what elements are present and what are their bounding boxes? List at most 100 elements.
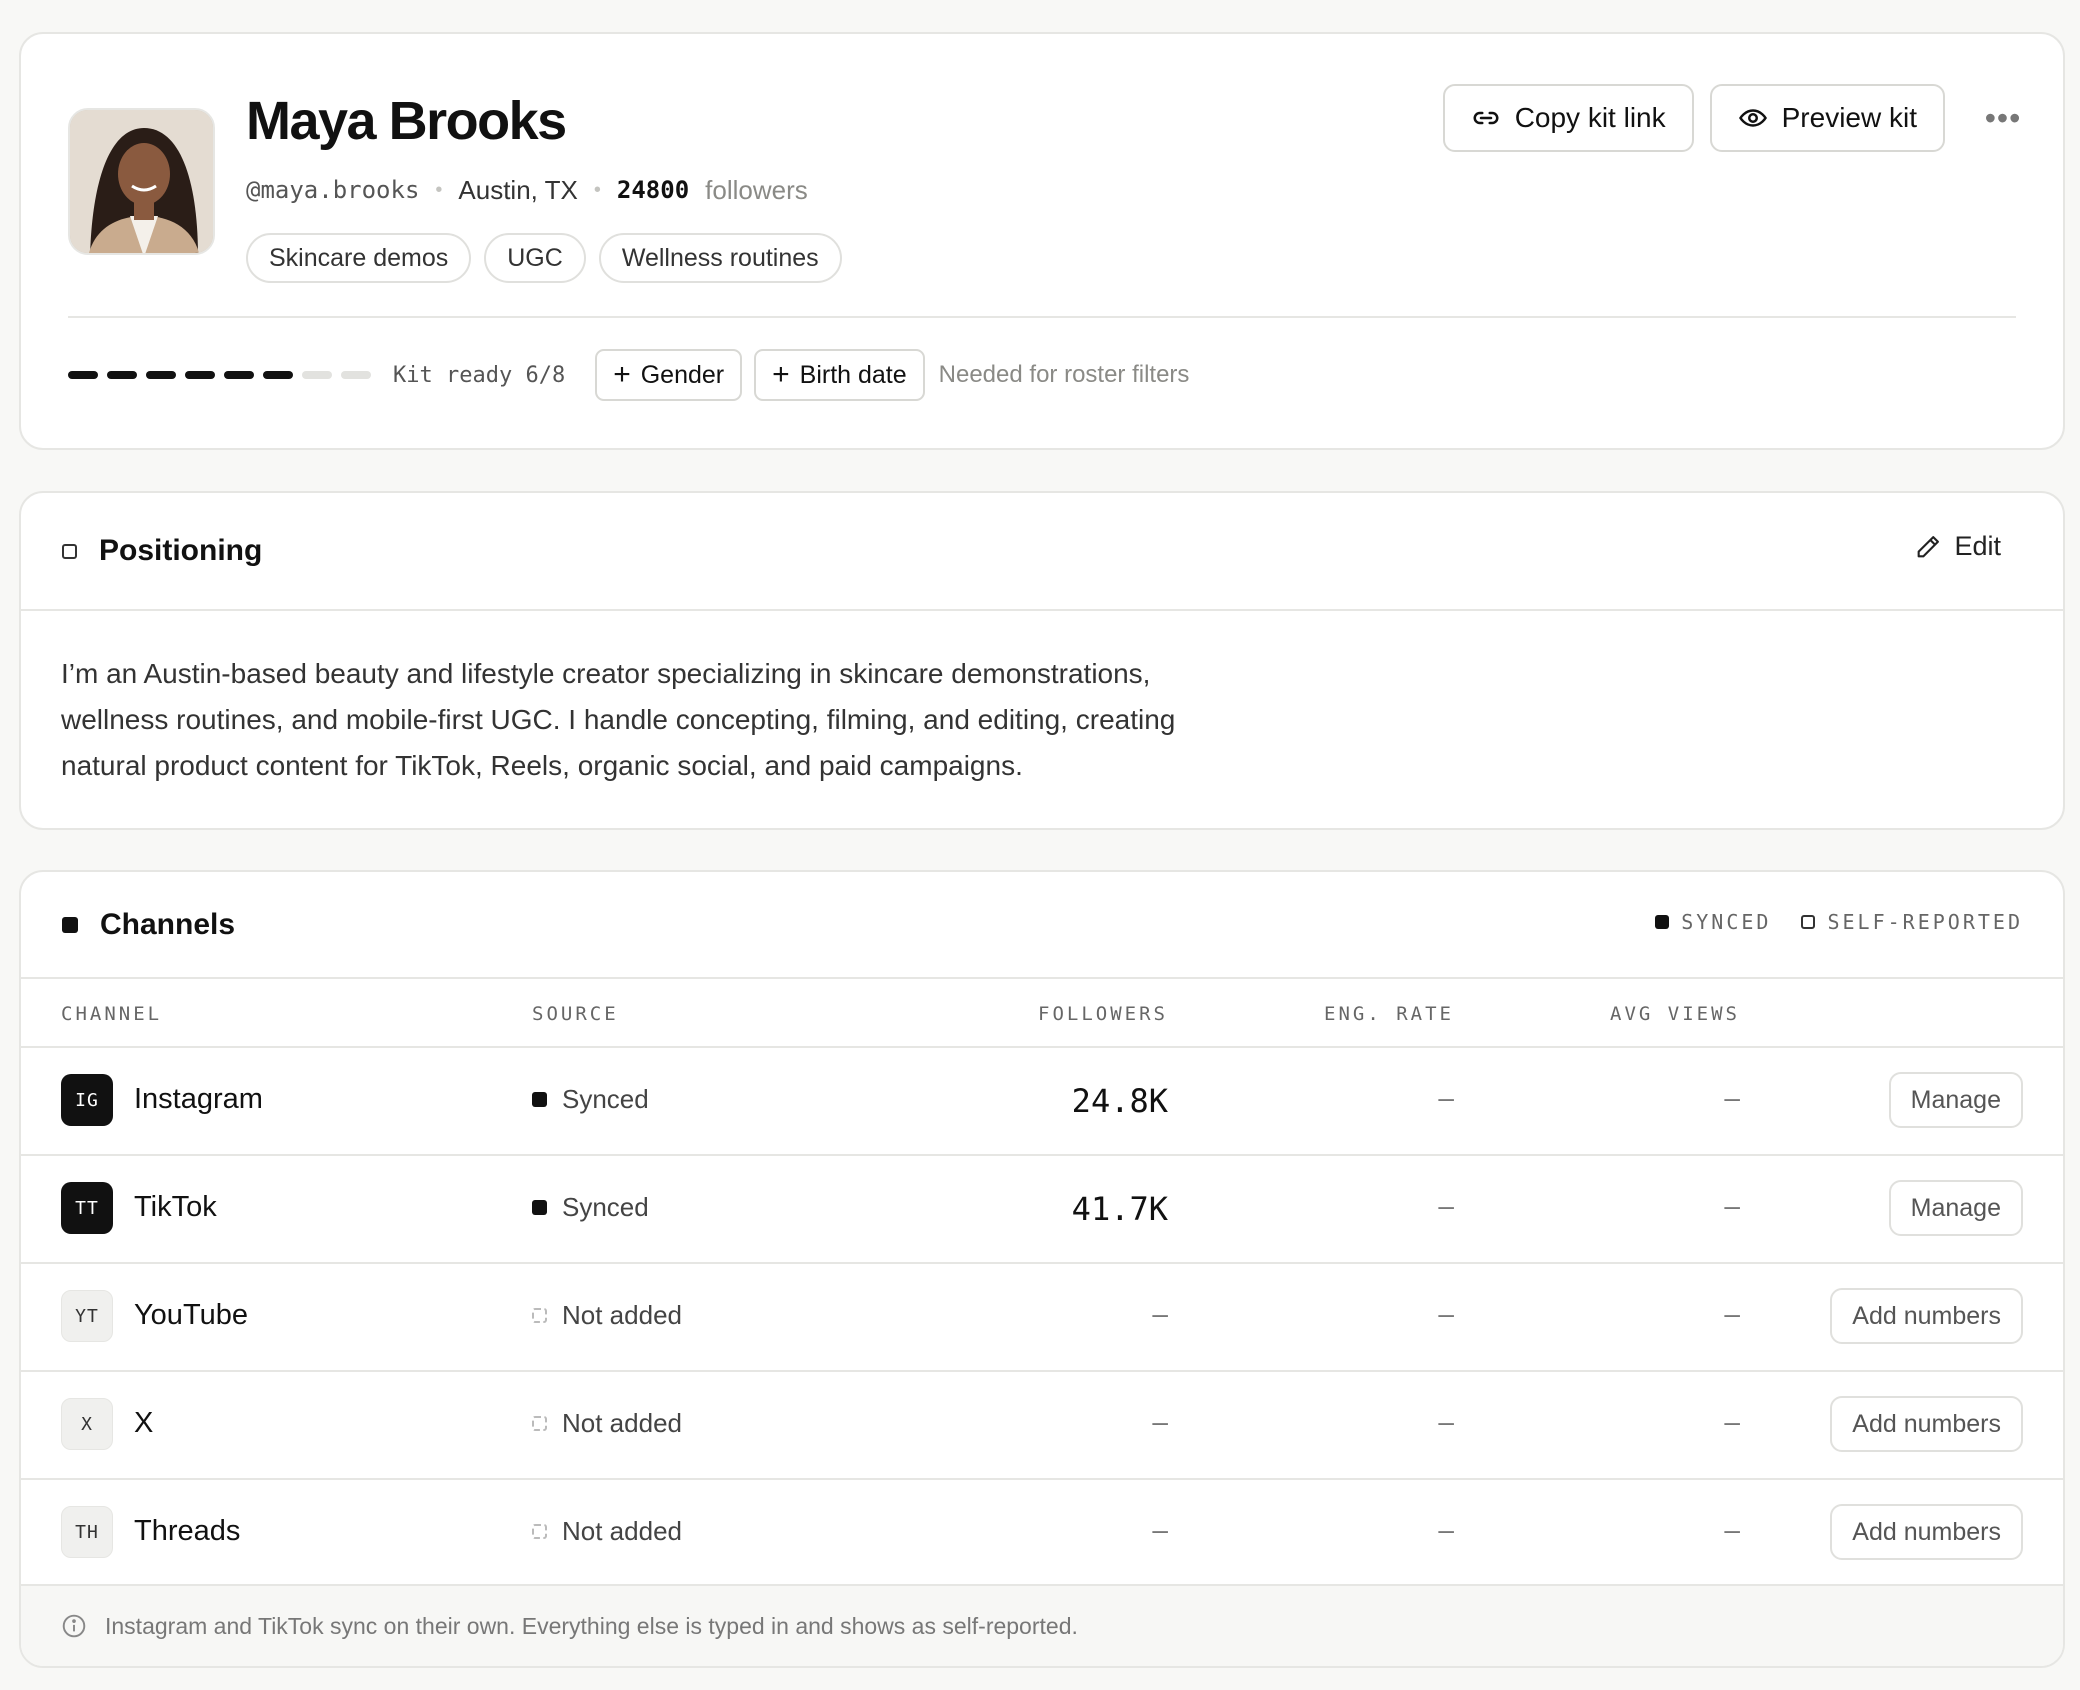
- kit-progress-row: Kit ready 6/8 + Gender + Birth date Need…: [68, 348, 1189, 402]
- youtube-icon: YT: [61, 1290, 113, 1342]
- not-added-square-icon: [532, 1308, 547, 1323]
- legend-self-reported: SELF-REPORTED: [1801, 910, 2023, 934]
- channel-source: Not added: [532, 1408, 682, 1439]
- add-gender-label: Gender: [640, 360, 725, 389]
- profile-actions: Copy kit link Preview kit •••: [1442, 84, 2033, 152]
- copy-kit-link-label: Copy kit link: [1514, 102, 1666, 133]
- manage-button[interactable]: Manage: [1888, 1180, 2023, 1236]
- add-birth-date-button[interactable]: + Birth date: [754, 349, 925, 401]
- table-row: IG Instagram Synced 24.8K – – Manage: [21, 1048, 2063, 1156]
- add-numbers-button[interactable]: Add numbers: [1830, 1504, 2023, 1560]
- followers-value: 41.7K: [1071, 1190, 1168, 1228]
- copy-kit-link-button[interactable]: Copy kit link: [1442, 84, 1694, 152]
- followers-value: –: [1152, 1406, 1168, 1437]
- table-row: TT TikTok Synced 41.7K – – Manage: [21, 1156, 2063, 1264]
- avg-views-value: –: [1724, 1514, 1740, 1545]
- positioning-header: Positioning: [21, 493, 2063, 611]
- source-label: Synced: [562, 1192, 649, 1222]
- channel-name: TikTok: [134, 1191, 217, 1223]
- pencil-icon: [1918, 535, 1940, 557]
- positioning-bio: I’m an Austin-based beauty and lifestyle…: [61, 658, 1176, 781]
- channels-footer-note: Instagram and TikTok sync on their own. …: [21, 1584, 2063, 1666]
- profile-card: Maya Brooks @maya.brooks • Austin, TX • …: [19, 32, 2065, 450]
- eng-rate-value: –: [1438, 1298, 1454, 1329]
- followers-label: followers: [705, 174, 808, 205]
- kit-progress-segment: [263, 371, 293, 379]
- kit-progress-segment: [224, 371, 254, 379]
- preview-kit-button[interactable]: Preview kit: [1709, 84, 1945, 152]
- not-added-square-icon: [532, 1416, 547, 1431]
- followers-count: 24800: [616, 176, 690, 204]
- info-icon: [62, 1614, 86, 1638]
- eng-rate-value: –: [1438, 1190, 1454, 1221]
- tag: Skincare demos: [246, 233, 472, 283]
- positioning-title: Positioning: [99, 534, 263, 567]
- tag: UGC: [484, 233, 586, 283]
- column-header-avg-views: AVG VIEWS: [1610, 1003, 1740, 1025]
- kit-progress-segment: [107, 371, 137, 379]
- more-options-icon[interactable]: •••: [1973, 88, 2033, 148]
- channel-name: Threads: [134, 1515, 241, 1547]
- eye-icon: [1738, 109, 1767, 127]
- preview-kit-label: Preview kit: [1781, 102, 1917, 133]
- kit-progress-segment: [146, 371, 176, 379]
- table-row: TH Threads Not added – – – Add numbers: [21, 1480, 2063, 1588]
- edit-label: Edit: [1954, 531, 2001, 561]
- column-header-source: SOURCE: [532, 1003, 619, 1025]
- kit-progress-bar: [68, 371, 371, 379]
- positioning-card: Positioning Edit I’m an Austin-based bea…: [19, 491, 2065, 830]
- avg-views-value: –: [1724, 1190, 1740, 1221]
- add-numbers-button[interactable]: Add numbers: [1830, 1396, 2023, 1452]
- kit-progress-segment: [302, 371, 332, 379]
- eng-rate-value: –: [1438, 1406, 1454, 1437]
- column-header-followers: FOLLOWERS: [1038, 1003, 1168, 1025]
- source-label: Not added: [562, 1300, 682, 1330]
- eng-rate-value: –: [1438, 1514, 1454, 1545]
- followers-value: 24.8K: [1071, 1082, 1168, 1120]
- synced-square-icon: [532, 1200, 547, 1215]
- instagram-icon: IG: [61, 1074, 113, 1126]
- location: Austin, TX: [458, 174, 578, 205]
- avg-views-value: –: [1724, 1406, 1740, 1437]
- column-header-channel: CHANNEL: [61, 1003, 163, 1025]
- threads-icon: TH: [61, 1506, 113, 1558]
- column-header-eng-rate: ENG. RATE: [1324, 1003, 1454, 1025]
- link-icon: [1473, 111, 1499, 125]
- channel-source: Synced: [532, 1084, 649, 1115]
- avg-views-value: –: [1724, 1298, 1740, 1329]
- kit-progress-segment: [68, 371, 98, 379]
- handle: @maya.brooks: [246, 176, 420, 204]
- legend-synced: SYNCED: [1655, 910, 1771, 934]
- divider: [68, 316, 2016, 318]
- channel-name: YouTube: [134, 1299, 248, 1331]
- avatar: [68, 108, 215, 255]
- manage-button[interactable]: Manage: [1888, 1072, 2023, 1128]
- legend-synced-label: SYNCED: [1681, 910, 1772, 934]
- creator-name: Maya Brooks: [246, 91, 567, 151]
- avatar-image: [70, 110, 213, 253]
- channels-title: Channels: [100, 907, 236, 941]
- synced-square-icon: [1655, 915, 1670, 929]
- edit-positioning-button[interactable]: Edit: [1914, 531, 2001, 562]
- plus-icon: +: [613, 358, 631, 391]
- source-label: Synced: [562, 1084, 649, 1114]
- self-reported-square-icon: [1801, 915, 1816, 929]
- add-numbers-button[interactable]: Add numbers: [1830, 1288, 2023, 1344]
- avg-views-value: –: [1724, 1082, 1740, 1113]
- followers-value: –: [1152, 1298, 1168, 1329]
- separator-dot: •: [435, 178, 443, 201]
- channels-card: Channels SYNCED SELF-REPORTED CHANNEL SO…: [19, 870, 2065, 1668]
- separator-dot: •: [593, 178, 601, 201]
- legend-self-reported-label: SELF-REPORTED: [1827, 910, 2023, 934]
- tag: Wellness routines: [598, 233, 842, 283]
- source-legend: SYNCED SELF-REPORTED: [1655, 910, 2023, 934]
- source-label: Not added: [562, 1516, 682, 1546]
- section-square-icon: [62, 916, 78, 933]
- plus-icon: +: [772, 358, 790, 391]
- kit-progress-segment: [341, 371, 371, 379]
- channel-name: Instagram: [134, 1083, 263, 1115]
- add-gender-button[interactable]: + Gender: [595, 349, 743, 401]
- table-row: YT YouTube Not added – – – Add numbers: [21, 1264, 2063, 1372]
- section-square-icon: [62, 543, 77, 559]
- footer-note-text: Instagram and TikTok sync on their own. …: [105, 1612, 1078, 1639]
